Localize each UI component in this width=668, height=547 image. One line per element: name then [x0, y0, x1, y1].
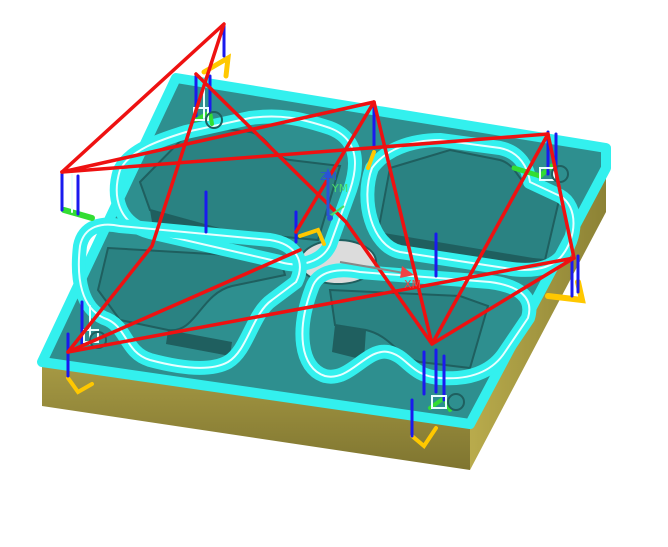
csys-x-label: XM: [404, 278, 421, 291]
cam-toolpath-scene[interactable]: ZM YM XM: [0, 0, 668, 547]
graphics-viewport[interactable]: ZM YM XM: [0, 0, 668, 547]
csys-y-label: YM: [331, 182, 348, 195]
csys-origin: [327, 215, 333, 221]
